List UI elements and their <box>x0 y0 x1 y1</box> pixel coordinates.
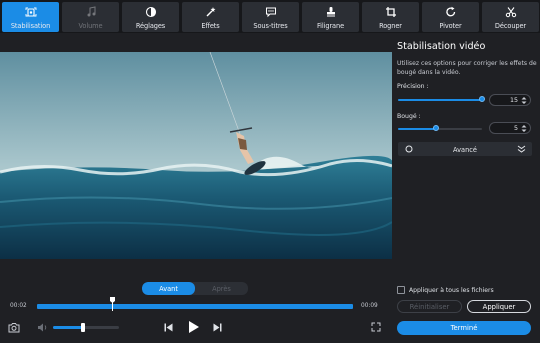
crop-icon <box>385 6 397 18</box>
video-preview <box>0 52 392 259</box>
speaker-icon[interactable] <box>37 322 49 333</box>
volume-slider[interactable] <box>53 326 119 329</box>
tool-label: Pivoter <box>439 22 462 30</box>
tool-label: Volume <box>78 22 103 30</box>
apply-all-checkbox[interactable]: Appliquer à tous les fichiers <box>397 286 494 294</box>
tool-cut[interactable]: Découper <box>482 2 539 32</box>
shake-knob[interactable] <box>432 125 439 131</box>
play-icon[interactable] <box>187 320 200 334</box>
reset-button[interactable]: Réinitialiser <box>397 300 462 313</box>
stamp-icon <box>325 6 337 18</box>
settings-panel: Stabilisation vidéo Utilisez ces options… <box>393 33 540 343</box>
shake-value: 5 <box>513 124 518 132</box>
tool-label: Effets <box>201 22 220 30</box>
music-note-icon <box>85 6 97 18</box>
total-time: 00:09 <box>361 303 378 309</box>
tool-effects[interactable]: Effets <box>182 2 239 32</box>
tool-label: Sous-titres <box>253 22 288 30</box>
done-button[interactable]: Terminé <box>397 321 531 335</box>
precision-slider[interactable] <box>398 99 482 101</box>
magic-wand-icon <box>205 6 217 18</box>
stepper-arrows-icon[interactable] <box>521 124 527 133</box>
panel-title: Stabilisation vidéo <box>397 41 486 52</box>
shake-label: Bougé : <box>397 113 421 120</box>
next-frame-icon[interactable] <box>212 322 223 333</box>
camera-icon[interactable] <box>8 322 20 333</box>
tool-label: Réglages <box>135 22 166 30</box>
subtitle-icon <box>265 6 277 18</box>
tool-stabilization[interactable]: Stabilisation <box>2 2 59 32</box>
shake-stepper[interactable]: 5 <box>489 122 531 134</box>
before-button[interactable]: Avant <box>142 282 195 295</box>
tool-rotate[interactable]: Pivoter <box>422 2 479 32</box>
tool-crop[interactable]: Rogner <box>362 2 419 32</box>
panel-description: Utilisez ces options pour corriger les e… <box>397 60 537 76</box>
after-button[interactable]: Après <box>195 282 248 295</box>
toolbar: Stabilisation Volume Réglages Effets Sou… <box>0 0 540 33</box>
precision-label: Précision : <box>397 83 429 90</box>
tool-subtitles[interactable]: Sous-titres <box>242 2 299 32</box>
tool-label: Rogner <box>379 22 402 30</box>
playhead-handle[interactable] <box>110 297 116 311</box>
tool-label: Découper <box>494 22 527 30</box>
precision-fill <box>398 99 482 101</box>
shake-fill <box>398 128 436 130</box>
rotate-icon <box>445 6 457 18</box>
tool-watermark[interactable]: Filigrane <box>302 2 359 32</box>
tool-label: Stabilisation <box>10 22 51 30</box>
scissors-icon <box>505 6 517 18</box>
double-chevron-down-icon <box>517 145 526 153</box>
tool-adjust[interactable]: Réglages <box>122 2 179 32</box>
precision-stepper[interactable]: 15 <box>489 94 531 106</box>
contrast-icon <box>145 6 157 18</box>
advanced-toggle[interactable]: Avancé <box>398 142 532 156</box>
apply-button[interactable]: Appliquer <box>467 300 531 313</box>
apply-all-label: Appliquer à tous les fichiers <box>409 286 494 294</box>
checkbox-box[interactable] <box>397 286 405 294</box>
tool-label: Filigrane <box>316 22 345 30</box>
shake-slider[interactable] <box>398 128 482 130</box>
precision-knob[interactable] <box>479 96 485 102</box>
stabilization-icon <box>25 6 37 18</box>
stepper-arrows-icon[interactable] <box>521 96 527 105</box>
precision-value: 15 <box>509 96 518 104</box>
tool-volume[interactable]: Volume <box>62 2 119 32</box>
fullscreen-icon[interactable] <box>371 322 381 332</box>
timeline-bar[interactable] <box>37 304 353 309</box>
volume-fill <box>53 326 84 329</box>
previous-frame-icon[interactable] <box>163 322 174 333</box>
current-time: 00:02 <box>10 303 27 309</box>
before-after-toggle: Avant Après <box>142 282 248 295</box>
volume-knob[interactable] <box>81 323 86 332</box>
advanced-label: Avancé <box>453 145 477 154</box>
